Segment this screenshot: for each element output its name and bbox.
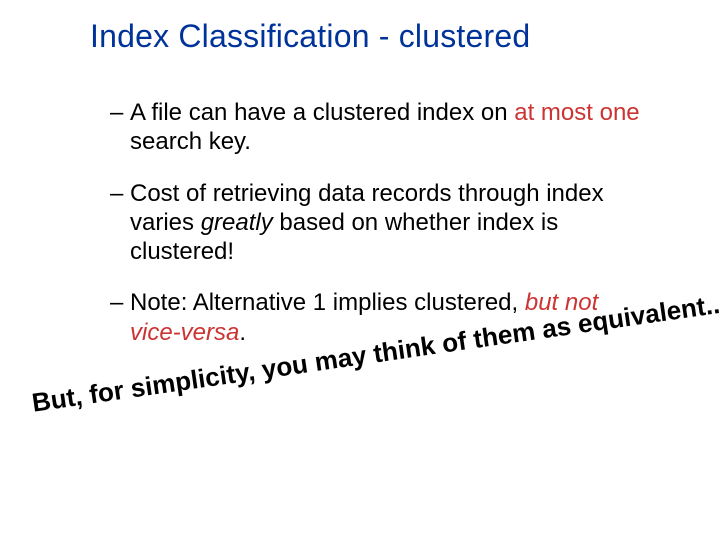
bullet-text-pre: A file can have a clustered index on [130, 99, 514, 126]
bullet-text-pre: Note: Alternative 1 implies clustered, [130, 289, 525, 316]
bullet-text-emphasis: at most one [514, 99, 639, 126]
bullet-text-emphasis: greatly [201, 209, 273, 236]
bullet-item: Cost of retrieving data records through … [110, 179, 650, 267]
slide-title: Index Classification - clustered [90, 18, 530, 55]
bullet-text-post: search key. [130, 128, 251, 155]
bullet-text-post: . [239, 319, 246, 346]
bullet-item: A file can have a clustered index on at … [110, 98, 650, 157]
slide: Index Classification - clustered A file … [0, 0, 720, 540]
